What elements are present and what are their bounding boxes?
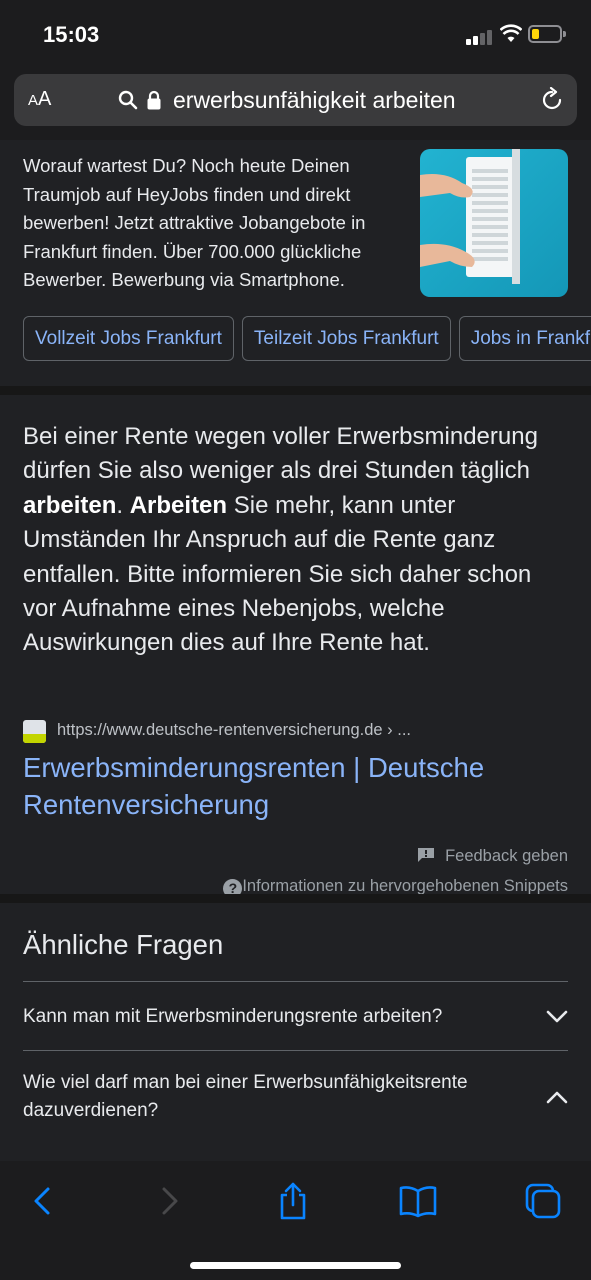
reload-icon[interactable]	[539, 87, 565, 113]
search-icon	[118, 90, 138, 110]
featured-snippet: Bei einer Rente wegen voller Erwerbsmind…	[0, 395, 591, 897]
back-icon[interactable]	[22, 1181, 62, 1221]
chevron-down-icon[interactable]	[546, 1010, 568, 1024]
related-questions-title: Ähnliche Fragen	[23, 929, 224, 960]
result-url[interactable]: https://www.deutsche-rentenversicherung.…	[57, 721, 411, 740]
home-indicator	[190, 1262, 401, 1269]
faq-divider	[23, 1050, 568, 1051]
faq-divider	[23, 981, 568, 982]
status-bar: 15:03	[0, 0, 591, 66]
status-time: 15:03	[43, 22, 100, 47]
laptop-illustration	[420, 149, 520, 284]
section-divider	[0, 386, 591, 395]
browser-address-area: AA erwerbsunfähigkeit arbeiten	[0, 66, 591, 140]
lock-icon	[147, 90, 161, 110]
related-questions: Ähnliche Fragen Kann man mit Erwerbsmind…	[0, 903, 591, 1161]
battery-icon	[528, 25, 566, 43]
snippet-info-label: Informationen zu hervorgehobenen Snippet…	[242, 877, 568, 895]
tabs-icon[interactable]	[523, 1181, 563, 1221]
result-title-link[interactable]: Erwerbsminderungsrenten | Deutsche Rente…	[23, 749, 568, 823]
snippet-text: Bei einer Rente wegen voller Erwerbsmind…	[23, 423, 538, 657]
ad-thumbnail-laptop-image[interactable]	[420, 149, 568, 297]
chip-jobs-in-frankfurt[interactable]: Jobs in Frankfurt	[458, 316, 591, 361]
site-favicon-icon	[23, 720, 46, 743]
feedback-link[interactable]: Feedback geben	[417, 847, 568, 866]
browser-toolbar	[0, 1161, 591, 1280]
chip-teilzeit-jobs[interactable]: Teilzeit Jobs Frankfurt	[241, 316, 451, 361]
ad-description[interactable]: Worauf wartest Du? Noch heute Deinen Tra…	[23, 152, 403, 295]
ad-card: Worauf wartest Du? Noch heute Deinen Tra…	[0, 140, 591, 386]
faq-question-2[interactable]: Wie viel darf man bei einer Erwerbsunfäh…	[23, 1069, 503, 1125]
faq-question-1[interactable]: Kann man mit Erwerbsminderungsrente arbe…	[23, 1003, 503, 1031]
forward-icon[interactable]	[150, 1181, 190, 1221]
bookmarks-icon[interactable]	[398, 1181, 438, 1221]
text-size-button[interactable]: AA	[28, 88, 51, 111]
cellular-signal-icon	[466, 29, 492, 45]
section-divider	[0, 894, 591, 903]
feedback-label: Feedback geben	[445, 847, 568, 865]
chevron-up-icon[interactable]	[546, 1090, 568, 1104]
address-bar[interactable]: AA erwerbsunfähigkeit arbeiten	[14, 74, 577, 126]
battery-level	[532, 29, 539, 39]
feedback-icon	[418, 848, 435, 862]
sitelink-chips: Vollzeit Jobs Frankfurt Teilzeit Jobs Fra…	[23, 316, 591, 362]
url-text[interactable]: erwerbsunfähigkeit arbeiten	[173, 87, 456, 114]
wifi-icon	[500, 24, 522, 42]
share-icon[interactable]	[273, 1181, 313, 1221]
chip-vollzeit-jobs[interactable]: Vollzeit Jobs Frankfurt	[23, 316, 234, 361]
